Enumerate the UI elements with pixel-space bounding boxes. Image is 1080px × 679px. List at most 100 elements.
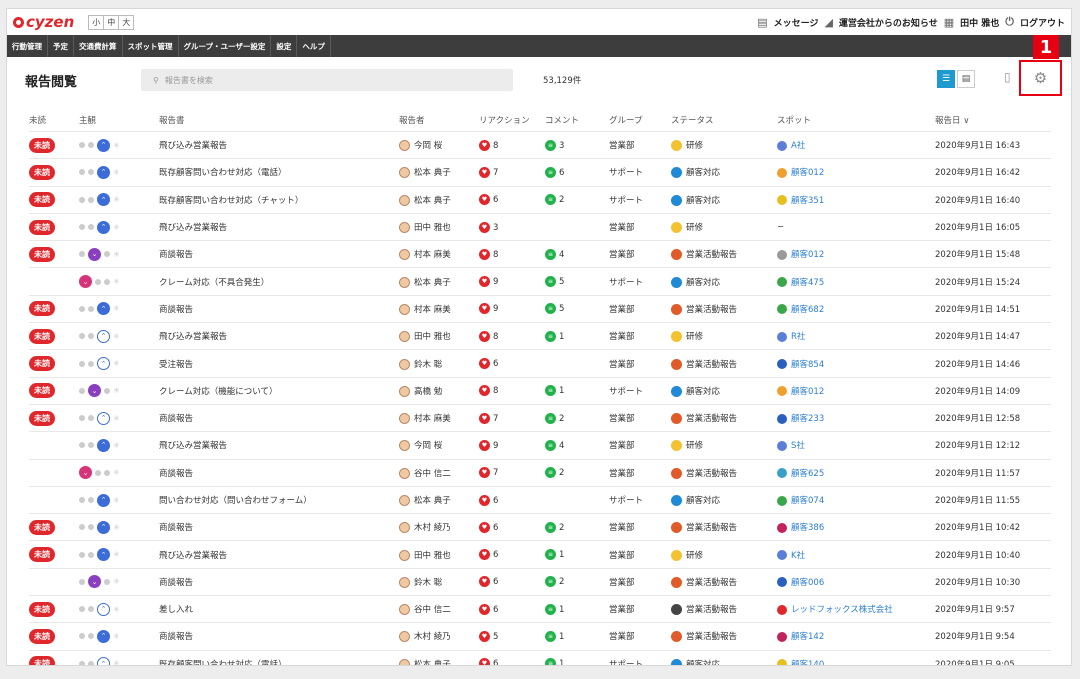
mood-icon[interactable]: ⌃ [97, 165, 110, 179]
cyzen-logo[interactable]: cyzen [13, 13, 74, 31]
star-icon[interactable]: ✳ [113, 659, 120, 665]
report-title[interactable]: 商談報告 [159, 622, 399, 651]
mood-dot-icon[interactable] [104, 387, 110, 394]
mood-dot-icon[interactable] [88, 169, 94, 176]
report-title[interactable]: 受注報告 [159, 349, 399, 378]
report-title[interactable]: 既存顧客問い合わせ対応（チャット） [159, 185, 399, 214]
star-icon[interactable]: ✳ [113, 332, 120, 341]
user-name[interactable]: 田中 雅也 [960, 16, 999, 29]
report-title[interactable]: 既存顧客問い合わせ対応（電話） [159, 649, 399, 665]
star-icon[interactable]: ✳ [113, 168, 120, 177]
notice-link[interactable]: 運営会社からのお知らせ [839, 16, 938, 29]
table-row[interactable]: 未読 ⌃ ✳ 商談報告 村本 麻美 ♥ 9 ≡ 5 営業部 営業活動報告 顧客682 2020年9月1日… [29, 294, 1051, 323]
mood-dot-icon[interactable] [104, 469, 110, 476]
mood-dot-icon[interactable] [79, 524, 85, 531]
star-icon[interactable]: ✳ [113, 523, 120, 532]
mood-icon[interactable]: ⌃ [97, 438, 110, 452]
table-row[interactable]: 未読 ⌃ ✳ 既存顧客問い合わせ対応（電話） 松本 典子 ♥ 7 ≡ 6 サポート 顧客対応 顧客01… [29, 158, 1051, 187]
table-row[interactable]: 未読 ⌄ ✳ 商談報告 村本 麻美 ♥ 8 ≡ 4 営業部 営業活動報告 顧客012 2020年9月1日… [29, 240, 1051, 268]
star-icon[interactable]: ✳ [113, 304, 120, 313]
star-icon[interactable]: ✳ [113, 250, 120, 259]
star-icon[interactable]: ✳ [113, 632, 120, 641]
settings-gear-button[interactable]: ⚙ [1019, 60, 1062, 96]
mood-dot-icon[interactable] [79, 442, 85, 449]
export-icon[interactable]: ▯ [1004, 70, 1018, 88]
mood-icon[interactable]: ⌃ [97, 302, 110, 316]
spot-link[interactable]: 顧客475 [791, 278, 824, 288]
star-icon[interactable]: ✳ [113, 577, 120, 586]
mood-icon[interactable]: ⌃ [97, 520, 110, 534]
spot-link[interactable]: 顧客854 [791, 360, 824, 370]
messages-link[interactable]: メッセージ [774, 16, 819, 29]
report-title[interactable]: 商談報告 [159, 567, 399, 596]
mood-dot-icon[interactable] [104, 278, 110, 285]
menu-item-schedule[interactable]: 予定 [48, 35, 74, 57]
mood-icon[interactable]: ⌃ [97, 329, 110, 343]
col-reporter[interactable]: 報告者 [399, 109, 479, 132]
mood-dot-icon[interactable] [88, 142, 94, 149]
table-row[interactable]: 未読 ⌃ ✳ 商談報告 村本 麻美 ♥ 7 ≡ 2 営業部 営業活動報告 顧客233 2020年9月1日… [29, 403, 1051, 432]
mood-dot-icon[interactable] [79, 578, 85, 585]
spot-link[interactable]: 顧客140 [791, 660, 824, 665]
mood-dot-icon[interactable] [79, 606, 85, 613]
star-icon[interactable]: ✳ [113, 359, 120, 368]
report-title[interactable]: 飛び込み営業報告 [159, 130, 399, 159]
mood-dot-icon[interactable] [88, 305, 94, 312]
table-row[interactable]: ⌄ ✳ クレーム対応（不具合発生） 松本 典子 ♥ 9 ≡ 5 サポート 顧客対応 顧客475 202… [29, 267, 1051, 296]
star-icon[interactable]: ✳ [113, 223, 120, 232]
spot-link[interactable]: 顧客142 [791, 632, 824, 642]
mood-dot-icon[interactable] [79, 387, 85, 394]
star-icon[interactable]: ✳ [113, 605, 120, 614]
mood-icon[interactable]: ⌃ [97, 357, 110, 371]
mood-dot-icon[interactable] [95, 469, 101, 476]
spot-link[interactable]: 顧客386 [791, 523, 824, 533]
col-reaction[interactable]: リアクション [479, 109, 545, 132]
report-title[interactable]: 商談報告 [159, 458, 399, 487]
spot-link[interactable]: レッドフォックス株式会社 [791, 605, 893, 615]
table-row[interactable]: 未読 ⌃ ✳ 飛び込み営業報告 田中 雅也 ♥ 3 営業部 研修 −2020年9月1日 16:05 [29, 212, 1051, 241]
mood-dot-icon[interactable] [88, 660, 94, 665]
table-row[interactable]: 未読 ⌃ ✳ 飛び込み営業報告 田中 雅也 ♥ 6 ≡ 1 営業部 研修 K社 2020年9月1日 10… [29, 540, 1051, 569]
spot-link[interactable]: A社 [791, 141, 805, 151]
table-row[interactable]: 未読 ⌃ ✳ 既存顧客問い合わせ対応（チャット） 松本 典子 ♥ 6 ≡ 2 サポート 顧客対応 顧客… [29, 185, 1051, 214]
col-report[interactable]: 報告書 [159, 109, 399, 132]
report-search-input[interactable]: ⚲ 報告書を検索 [141, 69, 513, 91]
table-row[interactable]: 未読 ⌃ ✳ 商談報告 木村 綾乃 ♥ 5 ≡ 1 営業部 営業活動報告 顧客142 2020年9月1日… [29, 622, 1051, 651]
report-title[interactable]: 飛び込み営業報告 [159, 431, 399, 460]
mood-dot-icon[interactable] [79, 415, 85, 422]
detail-view-button[interactable]: ▤ [957, 70, 975, 88]
menu-item-spot-management[interactable]: スポット管理 [123, 35, 179, 57]
mood-icon[interactable]: ⌄ [88, 247, 101, 261]
star-icon[interactable]: ✳ [113, 496, 120, 505]
menu-item-group-user-settings[interactable]: グループ・ユーザー設定 [179, 35, 272, 57]
mood-dot-icon[interactable] [88, 415, 94, 422]
spot-link[interactable]: K社 [791, 551, 805, 561]
menu-item-transport-cost[interactable]: 交通費計算 [74, 35, 123, 57]
table-row[interactable]: ⌃ ✳ 問い合わせ対応（問い合わせフォーム） 松本 典子 ♥ 6 サポート 顧客対応 顧客074… [29, 485, 1051, 514]
mood-dot-icon[interactable] [88, 360, 94, 367]
mood-icon[interactable]: ⌄ [79, 466, 92, 480]
spot-link[interactable]: 顧客625 [791, 469, 824, 479]
report-title[interactable]: クレーム対応（機能について） [159, 376, 399, 405]
report-title[interactable]: 商談報告 [159, 240, 399, 268]
mood-dot-icon[interactable] [79, 633, 85, 640]
mood-dot-icon[interactable] [88, 224, 94, 231]
mood-dot-icon[interactable] [79, 360, 85, 367]
font-size-large-button[interactable]: 大 [119, 16, 133, 29]
report-title[interactable]: クレーム対応（不具合発生） [159, 267, 399, 296]
star-icon[interactable]: ✳ [113, 386, 120, 395]
col-status[interactable]: ステータス [671, 109, 777, 132]
col-date-sort[interactable]: 報告日 ∨ [935, 109, 1051, 132]
mood-icon[interactable]: ⌄ [88, 575, 101, 589]
table-row[interactable]: ⌄ ✳ 商談報告 鈴木 聡 ♥ 6 ≡ 2 営業部 営業活動報告 顧客006 2020年9月1日 10… [29, 567, 1051, 596]
mood-dot-icon[interactable] [79, 196, 85, 203]
list-view-button[interactable]: ☰ [937, 70, 955, 88]
star-icon[interactable]: ✳ [113, 441, 120, 450]
table-row[interactable]: ⌃ ✳ 飛び込み営業報告 今岡 桜 ♥ 9 ≡ 4 営業部 研修 S社 2020年9月1日 12:12 [29, 431, 1051, 460]
spot-link[interactable]: 顧客012 [791, 250, 824, 260]
mood-dot-icon[interactable] [79, 169, 85, 176]
report-title[interactable]: 飛び込み営業報告 [159, 212, 399, 241]
mood-icon[interactable]: ⌃ [97, 629, 110, 643]
table-row[interactable]: ⌄ ✳ 商談報告 谷中 信二 ♥ 7 ≡ 2 営業部 営業活動報告 顧客625 2020年9月1日 1… [29, 458, 1051, 487]
spot-link[interactable]: 顧客351 [791, 196, 824, 206]
